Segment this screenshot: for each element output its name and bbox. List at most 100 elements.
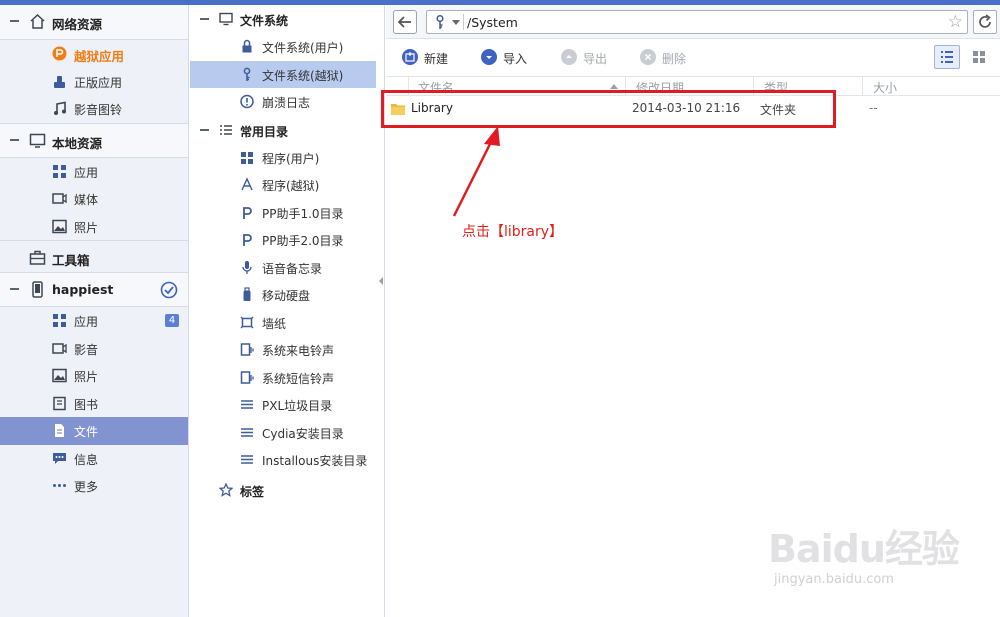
nav-item-official-apps[interactable]: 正版应用 bbox=[0, 68, 188, 96]
import-icon bbox=[481, 49, 497, 65]
nav-item-label: 文件 bbox=[74, 425, 99, 439]
baidu-watermark: Baidu经验 jingyan.baidu.com bbox=[760, 510, 1000, 610]
nav-item-local-photos[interactable]: 照片 bbox=[0, 213, 188, 241]
back-button[interactable] bbox=[393, 10, 417, 34]
nav-item-device-files[interactable]: 文件 bbox=[0, 417, 188, 445]
nav-item-label: 应用 bbox=[74, 315, 99, 329]
tree-item-fs-user[interactable]: 文件系统(用户) bbox=[190, 33, 384, 61]
grid-view-button[interactable] bbox=[966, 45, 992, 69]
divider bbox=[463, 14, 464, 30]
group-network-resources[interactable]: 网络资源 bbox=[0, 5, 188, 40]
tree-item-label: 文件系统(用户) bbox=[262, 41, 344, 55]
list-view-icon bbox=[941, 51, 953, 63]
phone-icon bbox=[32, 281, 43, 298]
new-folder-icon bbox=[402, 49, 418, 65]
tree-item-label: 程序(用户) bbox=[262, 151, 320, 166]
grid-icon bbox=[53, 314, 66, 327]
group-local-resources[interactable]: 本地资源 bbox=[0, 122, 188, 158]
tree-group-tags[interactable]: 标签 bbox=[190, 476, 384, 504]
cydia-icon bbox=[241, 177, 253, 191]
new-button[interactable]: 新建 bbox=[402, 49, 462, 67]
tree-item-apps-jailbreak[interactable]: 程序(越狱) bbox=[190, 171, 384, 199]
tree-item-wallpaper[interactable]: 墙纸 bbox=[190, 309, 384, 337]
device-name: happiest bbox=[52, 282, 114, 297]
nav-item-label: 媒体 bbox=[74, 193, 99, 207]
tree-item-mobile-disk[interactable]: 移动硬盘 bbox=[190, 281, 384, 309]
lock-icon bbox=[242, 39, 252, 53]
nav-item-device-books[interactable]: 图书 bbox=[0, 390, 188, 418]
home-icon bbox=[30, 13, 45, 29]
group-title: 本地资源 bbox=[52, 135, 103, 151]
annotation-text: 点击【library】 bbox=[462, 224, 564, 240]
nav-item-label: 照片 bbox=[74, 220, 99, 235]
chevron-down-icon[interactable] bbox=[452, 20, 460, 25]
export-icon bbox=[561, 49, 577, 65]
group-device[interactable]: happiest bbox=[0, 272, 188, 307]
tree-group-filesystem[interactable]: 文件系统 bbox=[190, 5, 384, 33]
nav-item-label: 照片 bbox=[74, 370, 99, 384]
import-button[interactable]: 导入 bbox=[481, 49, 541, 67]
nav-item-local-media[interactable]: 媒体 bbox=[0, 185, 188, 213]
file-icon bbox=[55, 424, 64, 437]
alert-icon bbox=[240, 94, 254, 109]
collapse-panel-arrow-icon[interactable] bbox=[377, 274, 385, 288]
nav-item-label: 更多 bbox=[74, 480, 99, 494]
collapse-icon[interactable] bbox=[10, 138, 19, 141]
nav-item-device-more[interactable]: 更多 bbox=[0, 472, 188, 500]
import-label: 导入 bbox=[503, 52, 528, 66]
video-icon bbox=[52, 193, 67, 204]
nav-item-jailbreak-apps[interactable]: 越狱应用 bbox=[0, 40, 188, 68]
collapse-icon[interactable] bbox=[10, 20, 19, 22]
tree-group-common-dirs[interactable]: 常用目录 bbox=[190, 116, 384, 144]
ringtone-icon bbox=[240, 370, 254, 384]
tree-item-voice-memos[interactable]: 语音备忘录 bbox=[190, 254, 384, 282]
collapse-icon[interactable] bbox=[10, 288, 19, 290]
sort-ascending-icon bbox=[610, 84, 618, 89]
favorite-star-icon[interactable]: ☆ bbox=[948, 12, 963, 32]
tree-item-pp1-dir[interactable]: PP助手1.0目录 bbox=[190, 199, 384, 227]
lines-icon bbox=[241, 427, 253, 437]
nav-item-device-media[interactable]: 影音 bbox=[0, 335, 188, 363]
tree-item-sms-ringtones[interactable]: 系统短信铃声 bbox=[190, 364, 384, 392]
tree-item-apps-user[interactable]: 程序(用户) bbox=[190, 144, 384, 172]
connected-check-icon bbox=[160, 281, 178, 299]
key-icon bbox=[436, 14, 444, 29]
tree-item-call-ringtones[interactable]: 系统来电铃声 bbox=[190, 336, 384, 364]
tree-item-installous-dir[interactable]: Installous安装目录 bbox=[190, 446, 384, 474]
pp-logo-icon bbox=[243, 206, 252, 219]
nav-item-device-photos[interactable]: 照片 bbox=[0, 362, 188, 390]
video-icon bbox=[52, 342, 67, 354]
tree-item-label: 语音备忘录 bbox=[262, 261, 323, 276]
tree-item-label: PP助手2.0目录 bbox=[262, 234, 344, 248]
count-badge: 4 bbox=[165, 314, 179, 327]
nav-item-label: 应用 bbox=[74, 165, 99, 180]
nav-item-media-ringtones[interactable]: 影音图铃 bbox=[0, 95, 188, 123]
tree-item-pp2-dir[interactable]: PP助手2.0目录 bbox=[190, 226, 384, 254]
nav-item-local-apps[interactable]: 应用 bbox=[0, 158, 188, 186]
toolbox-icon bbox=[29, 250, 46, 265]
export-button[interactable]: 导出 bbox=[561, 49, 621, 67]
nav-item-device-apps[interactable]: 应用 4 bbox=[0, 307, 188, 335]
address-bar: /System ☆ bbox=[386, 5, 1000, 39]
group-toolbox[interactable]: 工具箱 bbox=[0, 240, 188, 272]
lines-icon bbox=[241, 400, 253, 409]
collapse-icon[interactable] bbox=[200, 18, 209, 20]
watermark-brand: Baidu经验 bbox=[768, 527, 960, 571]
delete-button[interactable]: 删除 bbox=[640, 49, 700, 67]
tree-item-crash-logs[interactable]: 崩溃日志 bbox=[190, 88, 384, 116]
tree-item-cydia-dir[interactable]: Cydia安装目录 bbox=[190, 419, 384, 447]
monitor-icon bbox=[29, 133, 46, 148]
tree-item-label: PXL垃圾目录 bbox=[262, 399, 333, 413]
nav-item-device-messages[interactable]: 信息 bbox=[0, 445, 188, 473]
book-icon bbox=[53, 396, 66, 410]
tree-group-title: 常用目录 bbox=[240, 124, 289, 139]
refresh-button[interactable] bbox=[973, 10, 997, 34]
path-field[interactable]: /System ☆ bbox=[426, 10, 968, 34]
tree-item-label: 系统来电铃声 bbox=[262, 344, 335, 358]
list-view-button[interactable] bbox=[934, 45, 960, 69]
tree-item-pxl-dir[interactable]: PXL垃圾目录 bbox=[190, 391, 384, 419]
tree-item-label: 系统短信铃声 bbox=[262, 371, 335, 386]
collapse-icon[interactable] bbox=[200, 128, 209, 131]
column-size[interactable]: 大小 bbox=[873, 79, 897, 96]
tree-item-fs-jailbreak[interactable]: 文件系统(越狱) bbox=[190, 60, 376, 88]
